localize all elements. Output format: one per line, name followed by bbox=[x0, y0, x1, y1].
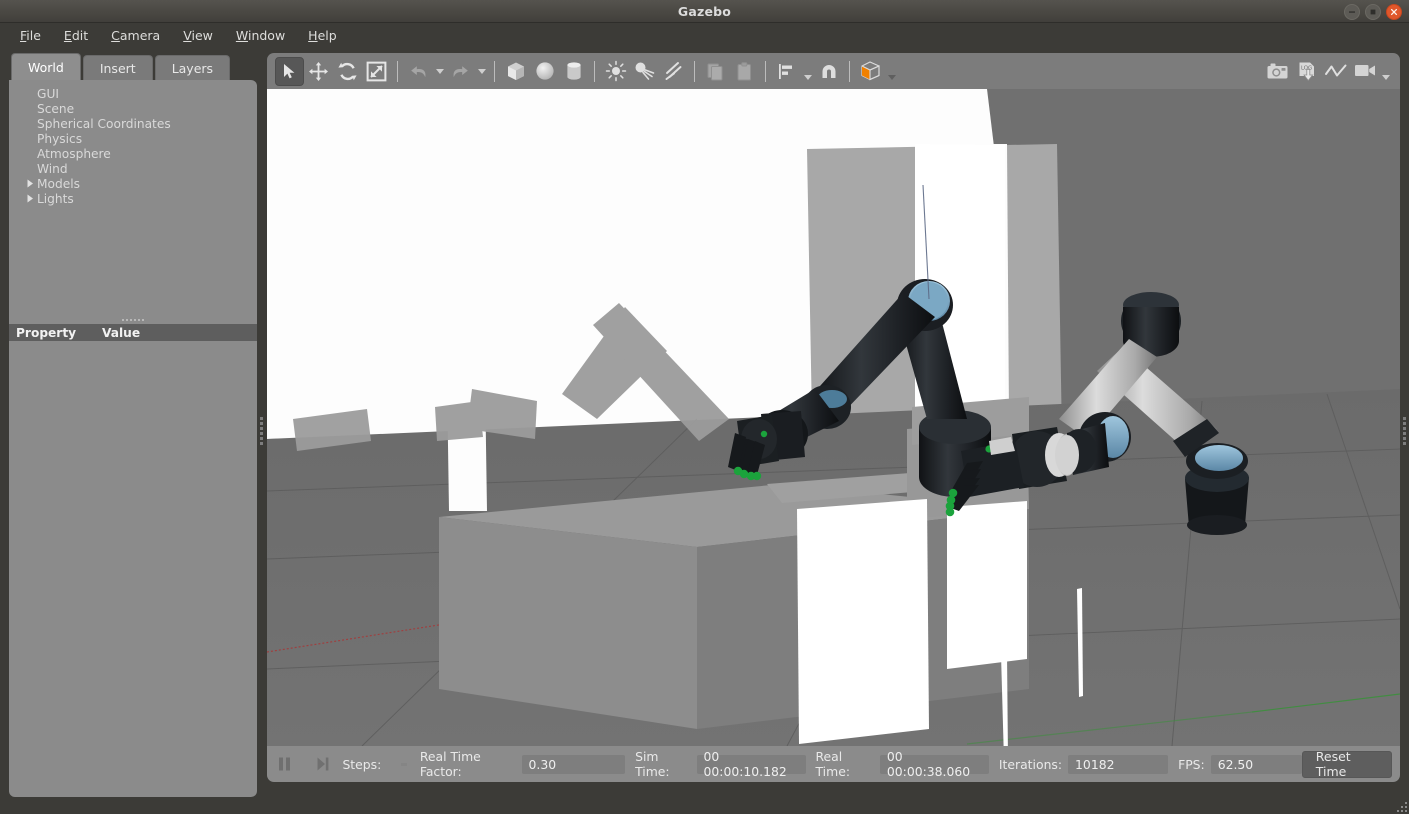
tree-item-gui[interactable]: GUI bbox=[11, 86, 255, 101]
minimize-button[interactable] bbox=[1344, 4, 1360, 20]
chevron-right-icon[interactable] bbox=[23, 192, 37, 206]
simulation-status-bar: Steps: Real Time Factor: 0.30 Sim Time: … bbox=[267, 746, 1400, 782]
magnet-snap-button[interactable] bbox=[814, 57, 843, 86]
steps-label: Steps: bbox=[342, 756, 382, 772]
right-vertical-splitter[interactable] bbox=[1400, 48, 1409, 814]
window-controls bbox=[1344, 4, 1402, 20]
column-header-property: Property bbox=[16, 325, 77, 340]
panel-horizontal-splitter[interactable] bbox=[9, 316, 257, 324]
scene-render bbox=[267, 89, 1400, 746]
toolbar-separator bbox=[397, 60, 398, 82]
main-area: World Insert Layers GUI Scene Spherical … bbox=[0, 48, 1409, 814]
align-dropdown[interactable] bbox=[801, 57, 814, 86]
tree-item-label: Wind bbox=[37, 161, 68, 176]
insert-point-light-button[interactable] bbox=[601, 57, 630, 86]
redo-button[interactable] bbox=[446, 57, 475, 86]
toolbar-separator bbox=[694, 60, 695, 82]
property-table-header: Property Value bbox=[9, 324, 257, 341]
panel-tabs: World Insert Layers bbox=[9, 53, 257, 80]
tree-item-label: Physics bbox=[37, 131, 83, 146]
insert-directional-light-button[interactable] bbox=[659, 57, 688, 86]
toolbar-separator bbox=[594, 60, 595, 82]
world-tree[interactable]: GUI Scene Spherical Coordinates Physics … bbox=[9, 80, 257, 316]
tree-item-lights[interactable]: Lights bbox=[11, 191, 255, 206]
undo-history-dropdown[interactable] bbox=[433, 57, 446, 86]
copy-button[interactable] bbox=[701, 57, 730, 86]
paste-button[interactable] bbox=[730, 57, 759, 86]
tree-item-label: Atmosphere bbox=[37, 146, 111, 161]
tree-item-atmosphere[interactable]: Atmosphere bbox=[11, 146, 255, 161]
redo-history-dropdown[interactable] bbox=[475, 57, 488, 86]
toolbar-separator bbox=[849, 60, 850, 82]
tab-layers[interactable]: Layers bbox=[154, 55, 231, 80]
scale-mode-button[interactable] bbox=[362, 57, 391, 86]
record-video-dropdown[interactable] bbox=[1379, 57, 1392, 86]
view-angle-button[interactable] bbox=[856, 57, 885, 86]
tab-world[interactable]: World bbox=[11, 53, 81, 80]
left-panel: World Insert Layers GUI Scene Spherical … bbox=[9, 53, 257, 797]
tree-item-label: Spherical Coordinates bbox=[37, 116, 171, 131]
toolbar-right-group: LOG bbox=[1263, 57, 1392, 86]
maximize-button[interactable] bbox=[1365, 4, 1381, 20]
step-forward-button[interactable] bbox=[313, 752, 333, 776]
left-vertical-splitter[interactable] bbox=[257, 48, 266, 814]
scene-toolbar: LOG bbox=[267, 53, 1400, 89]
tree-item-label: Models bbox=[37, 176, 80, 191]
real-time-factor-label: Real Time Factor: bbox=[419, 749, 481, 779]
window-title: Gazebo bbox=[677, 3, 732, 19]
align-button[interactable] bbox=[772, 57, 801, 86]
reset-time-button[interactable]: Reset Time bbox=[1301, 749, 1393, 779]
tree-item-label: Scene bbox=[37, 101, 75, 116]
fps-value[interactable]: 62.50 bbox=[1210, 754, 1302, 774]
real-time-value[interactable]: 00 00:00:38.060 bbox=[879, 749, 989, 779]
steps-spinner[interactable] bbox=[397, 756, 410, 772]
tree-item-physics[interactable]: Physics bbox=[11, 131, 255, 146]
tree-item-wind[interactable]: Wind bbox=[11, 161, 255, 176]
real-time-factor-value[interactable]: 0.30 bbox=[521, 754, 626, 774]
property-table-body[interactable] bbox=[9, 341, 257, 797]
menu-camera[interactable]: Camera bbox=[100, 25, 172, 46]
title-bar: Gazebo bbox=[0, 0, 1409, 23]
window-resize-grip[interactable] bbox=[1395, 800, 1407, 812]
record-video-button[interactable] bbox=[1350, 57, 1379, 86]
tree-item-spherical-coordinates[interactable]: Spherical Coordinates bbox=[11, 116, 255, 131]
3d-viewport[interactable] bbox=[267, 89, 1400, 746]
menu-window[interactable]: Window bbox=[225, 25, 297, 46]
select-mode-button[interactable] bbox=[275, 56, 304, 86]
menu-edit[interactable]: Edit bbox=[53, 25, 100, 46]
screenshot-button[interactable] bbox=[1263, 57, 1292, 86]
column-header-value: Value bbox=[102, 325, 141, 340]
tree-item-label: Lights bbox=[37, 191, 74, 206]
view-angle-dropdown[interactable] bbox=[885, 57, 898, 86]
menu-view[interactable]: View bbox=[172, 25, 225, 46]
close-button[interactable] bbox=[1386, 4, 1402, 20]
tree-item-label: GUI bbox=[37, 86, 59, 101]
sim-time-value[interactable]: 00 00:00:10.182 bbox=[696, 749, 806, 779]
iterations-value[interactable]: 10182 bbox=[1068, 754, 1169, 774]
translate-mode-button[interactable] bbox=[304, 57, 333, 86]
insert-cylinder-button[interactable] bbox=[559, 57, 588, 86]
menu-help[interactable]: Help bbox=[297, 25, 349, 46]
menu-bar: File Edit Camera View Window Help bbox=[0, 23, 1409, 48]
undo-button[interactable] bbox=[404, 57, 433, 86]
fps-label: FPS: bbox=[1178, 756, 1205, 772]
plot-button[interactable] bbox=[1321, 57, 1350, 86]
insert-box-button[interactable] bbox=[501, 57, 530, 86]
tab-insert[interactable]: Insert bbox=[82, 55, 153, 80]
chevron-right-icon[interactable] bbox=[23, 177, 37, 191]
pause-button[interactable] bbox=[275, 752, 295, 776]
toolbar-separator bbox=[765, 60, 766, 82]
menu-file[interactable]: File bbox=[9, 25, 53, 46]
real-time-label: Real Time: bbox=[815, 749, 851, 779]
toolbar-separator bbox=[494, 60, 495, 82]
tree-item-models[interactable]: Models bbox=[11, 176, 255, 191]
render-column: LOG Steps: Real Time Factor: 0.30 Sim Ti… bbox=[267, 53, 1400, 782]
tree-item-scene[interactable]: Scene bbox=[11, 101, 255, 116]
insert-sphere-button[interactable] bbox=[530, 57, 559, 86]
rotate-mode-button[interactable] bbox=[333, 57, 362, 86]
insert-spot-light-button[interactable] bbox=[630, 57, 659, 86]
sim-time-label: Sim Time: bbox=[635, 749, 670, 779]
log-data-button[interactable]: LOG bbox=[1292, 57, 1321, 86]
iterations-label: Iterations: bbox=[998, 756, 1063, 772]
